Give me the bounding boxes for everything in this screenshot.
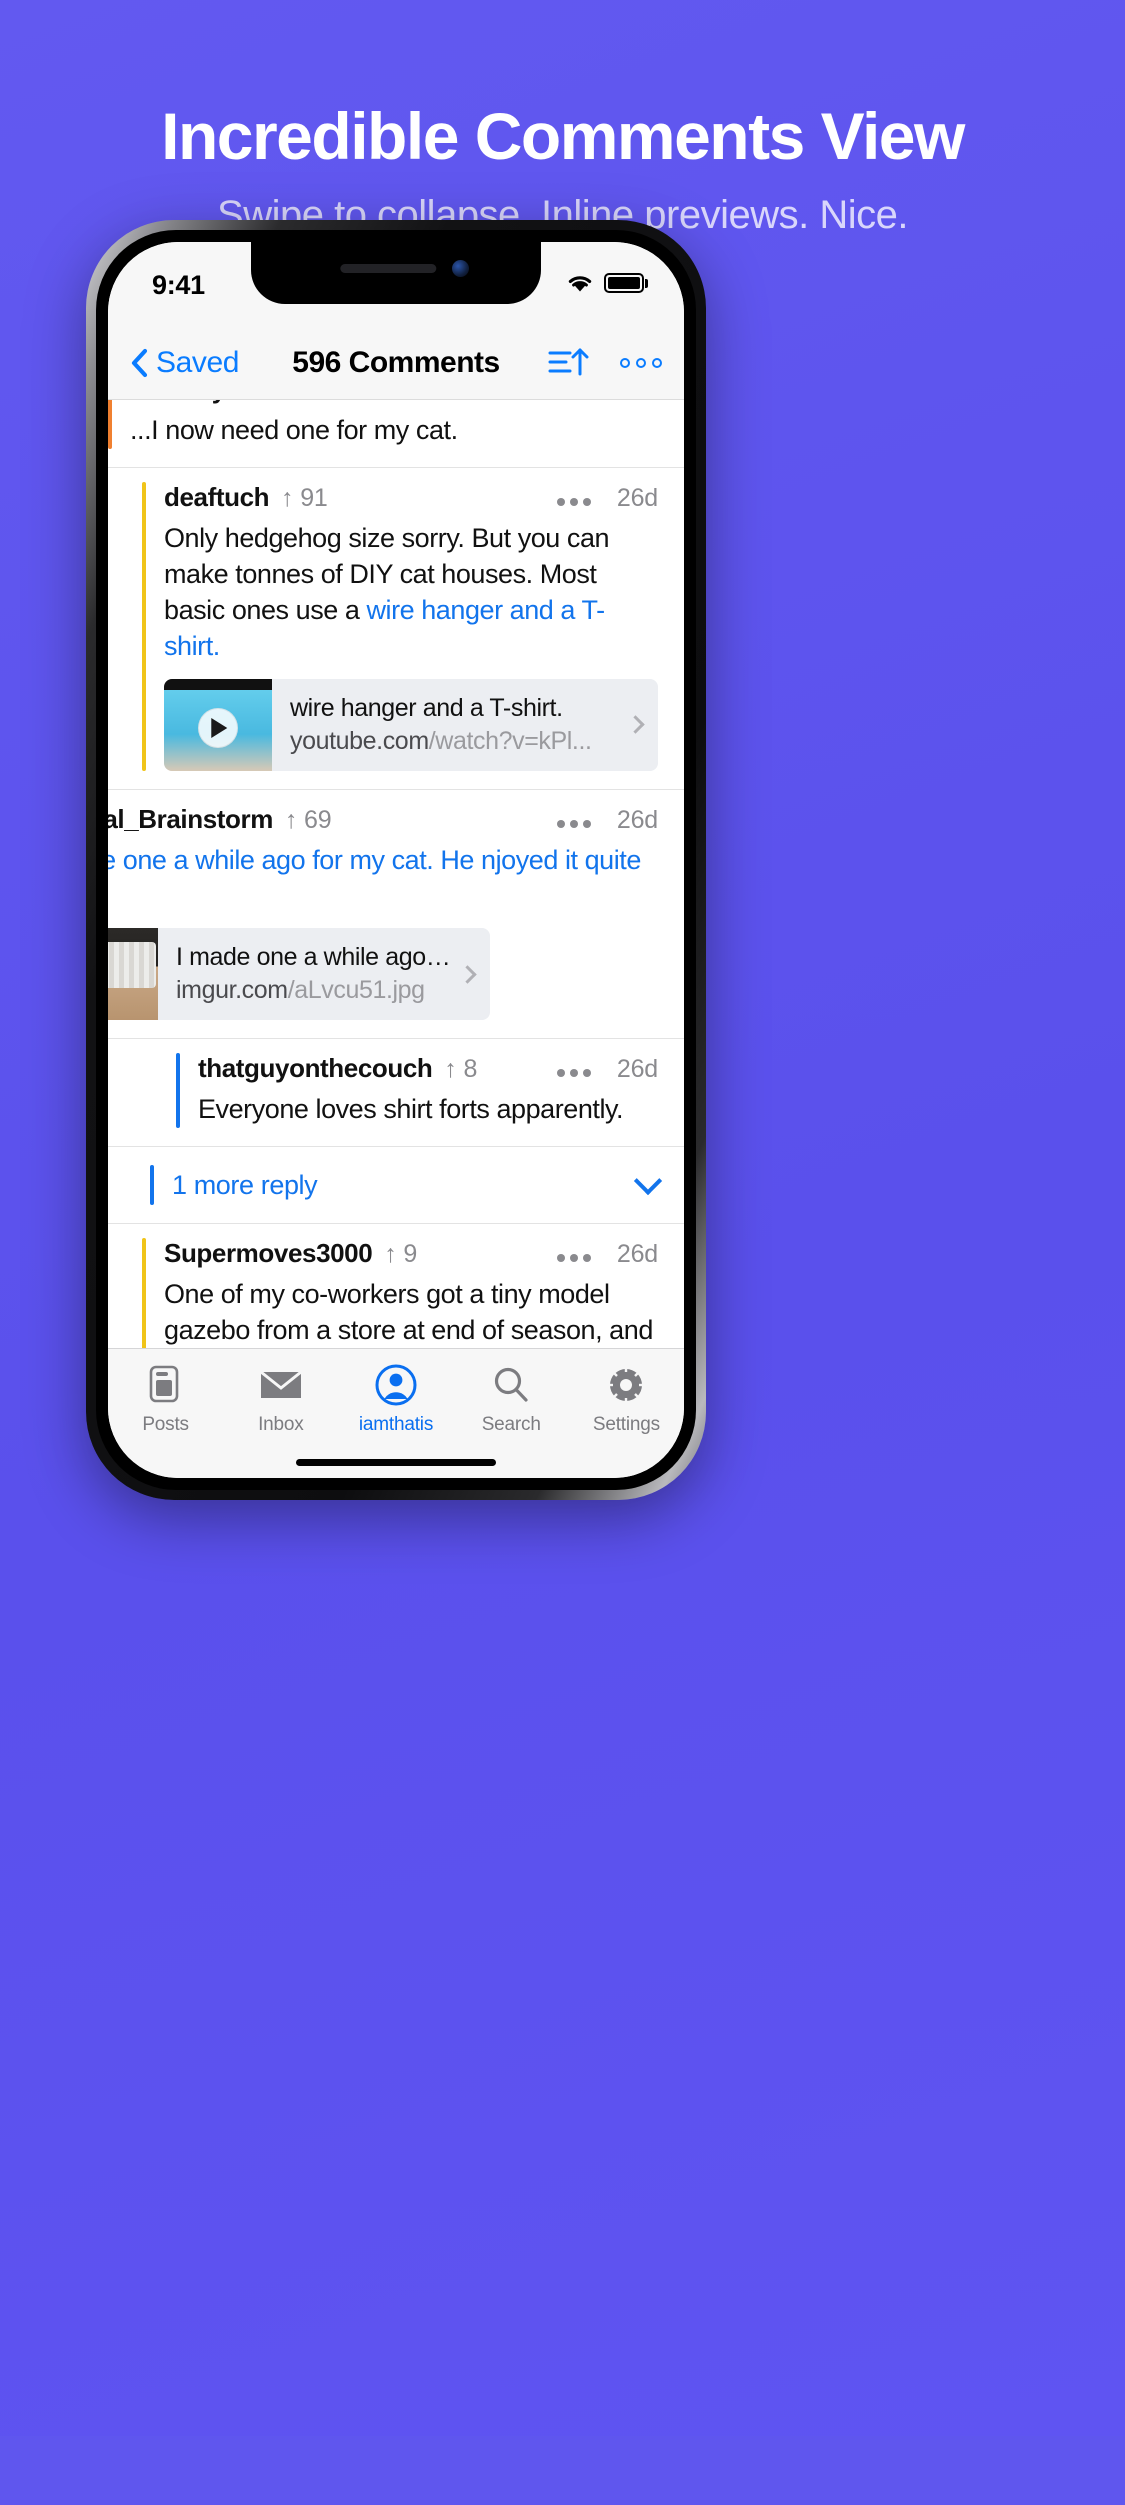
- promo-title: Incredible Comments View: [161, 99, 965, 173]
- earpiece-speaker: [340, 264, 437, 273]
- more-replies-row[interactable]: 1 more reply: [108, 1147, 684, 1225]
- comment-text: ...I now need one for my cat.: [130, 415, 458, 445]
- chevron-right-icon: [626, 715, 645, 734]
- comment-age: 26d: [616, 1055, 658, 1084]
- comment-text: made one a while ago for my cat. He njoy…: [108, 844, 641, 875]
- comment-row[interactable]: deaftuch ↑ 91 26d Only hedgehog size sor…: [108, 467, 684, 790]
- comment-age: 26d: [616, 805, 658, 834]
- comment-author[interactable]: monkeybrain3: [130, 400, 302, 405]
- comment-meta: thatguyonthecouch ↑ 8 26d: [198, 1053, 658, 1084]
- link-preview-card[interactable]: wire hanger and a T-shirt. youtube.com/w…: [164, 678, 658, 771]
- comment-author[interactable]: Supermoves3000: [164, 1238, 373, 1269]
- comment-text: Everyone loves shirt forts apparently.: [198, 1094, 624, 1125]
- back-label: Saved: [156, 345, 240, 379]
- phone-screen: 9:41 Saved 596 Comments ...I now need on…: [108, 242, 684, 1478]
- comment-age: 26d: [616, 483, 658, 512]
- link-card-title: wire hanger and a T-shirt.: [290, 693, 563, 722]
- tab-label: Settings: [592, 1414, 660, 1435]
- status-indicators: [565, 272, 648, 294]
- home-indicator[interactable]: [296, 1459, 496, 1466]
- chevron-right-icon: [458, 965, 477, 984]
- chevron-left-icon: [131, 348, 148, 377]
- tab-search[interactable]: Search: [454, 1363, 569, 1436]
- phone-mockup: 9:41 Saved 596 Comments ...I now need on…: [52, 220, 1072, 2505]
- notch: [251, 242, 541, 304]
- comment-row-swiped[interactable]: eneral_Brainstorm ↑ 69 26d made one a wh…: [108, 789, 684, 1040]
- inbox-icon: [259, 1363, 302, 1407]
- comment-score: ↑ 69: [284, 805, 332, 834]
- comment-more-icon[interactable]: [556, 497, 591, 506]
- comment-meta: deaftuch ↑ 91 26d: [164, 482, 658, 513]
- link-card-url: youtube.com/watch?v=kPl...: [290, 726, 592, 755]
- posts-icon: [149, 1363, 183, 1407]
- comment-row[interactable]: eneral_Brainstorm ↑ 69 26d made one a wh…: [108, 789, 684, 1039]
- tab-label: Search: [481, 1414, 541, 1435]
- page-title: 596 Comments: [292, 345, 500, 379]
- back-button[interactable]: Saved: [130, 346, 239, 380]
- more-replies-label: 1 more reply: [172, 1169, 318, 1200]
- account-icon: [375, 1363, 417, 1407]
- link-card-title: I made one a while ago f...: [176, 943, 453, 972]
- tab-label: Posts: [142, 1414, 189, 1435]
- search-icon: [492, 1363, 530, 1407]
- cat-photo-thumbnail: [108, 928, 158, 1021]
- comment-author[interactable]: thatguyonthecouch: [198, 1053, 433, 1084]
- link-card-url: imgur.com/aLvcu51.jpg: [176, 976, 425, 1005]
- comment-score: ↑ 9: [384, 1240, 418, 1269]
- tab-account[interactable]: iamthatis: [338, 1363, 453, 1436]
- more-horizontal-icon[interactable]: [620, 357, 662, 368]
- link-preview-card[interactable]: I made one a while ago f... imgur.com/aL…: [108, 928, 490, 1021]
- youtube-video-thumbnail: [164, 678, 272, 771]
- comment-score: ↑ 8: [444, 1055, 478, 1084]
- comments-list[interactable]: monkeybrain3 ↑ 177 26d ...I now need one…: [108, 400, 684, 1405]
- comment-text: Only hedgehog size sorry. But you can ma…: [164, 522, 610, 661]
- navbar-actions: [548, 346, 662, 380]
- tab-label: iamthatis: [358, 1414, 434, 1435]
- comment-age: 26d: [617, 400, 658, 405]
- navigation-bar: Saved 596 Comments: [108, 326, 684, 400]
- tab-posts[interactable]: Posts: [108, 1363, 223, 1436]
- comment-age: 26d: [616, 1240, 658, 1269]
- status-bar: 9:41: [108, 242, 684, 326]
- promo-header: Incredible Comments View Swipe to collap…: [0, 0, 1125, 238]
- comment-meta: Supermoves3000 ↑ 9 26d: [164, 1238, 658, 1269]
- sort-ascending-icon[interactable]: [548, 346, 590, 380]
- comment-row[interactable]: thatguyonthecouch ↑ 8 26d Everyone loves…: [108, 1039, 684, 1148]
- comment-row[interactable]: monkeybrain3 ↑ 177 26d ...I now need one…: [108, 400, 684, 468]
- tab-settings[interactable]: Settings: [569, 1363, 684, 1436]
- comment-author[interactable]: deaftuch: [164, 482, 270, 513]
- comment-score: ↑ 91: [281, 483, 328, 512]
- battery-icon: [604, 273, 648, 293]
- comment-more-icon[interactable]: [556, 1254, 591, 1263]
- comment-meta: eneral_Brainstorm ↑ 69 26d: [108, 804, 658, 835]
- comment-author[interactable]: eneral_Brainstorm: [108, 804, 273, 835]
- wifi-icon: [568, 276, 592, 292]
- comment-score: ↑ 177: [314, 400, 374, 405]
- chevron-down-icon[interactable]: [633, 1167, 663, 1196]
- status-time: 9:41: [152, 270, 205, 300]
- comment-more-icon[interactable]: [556, 1069, 591, 1078]
- tab-label: Inbox: [258, 1414, 304, 1435]
- comment-more-icon[interactable]: [556, 819, 591, 828]
- tab-inbox[interactable]: Inbox: [223, 1363, 338, 1436]
- comment-meta: monkeybrain3 ↑ 177 26d: [130, 400, 658, 405]
- gear-icon: [606, 1363, 646, 1407]
- front-camera: [452, 260, 469, 277]
